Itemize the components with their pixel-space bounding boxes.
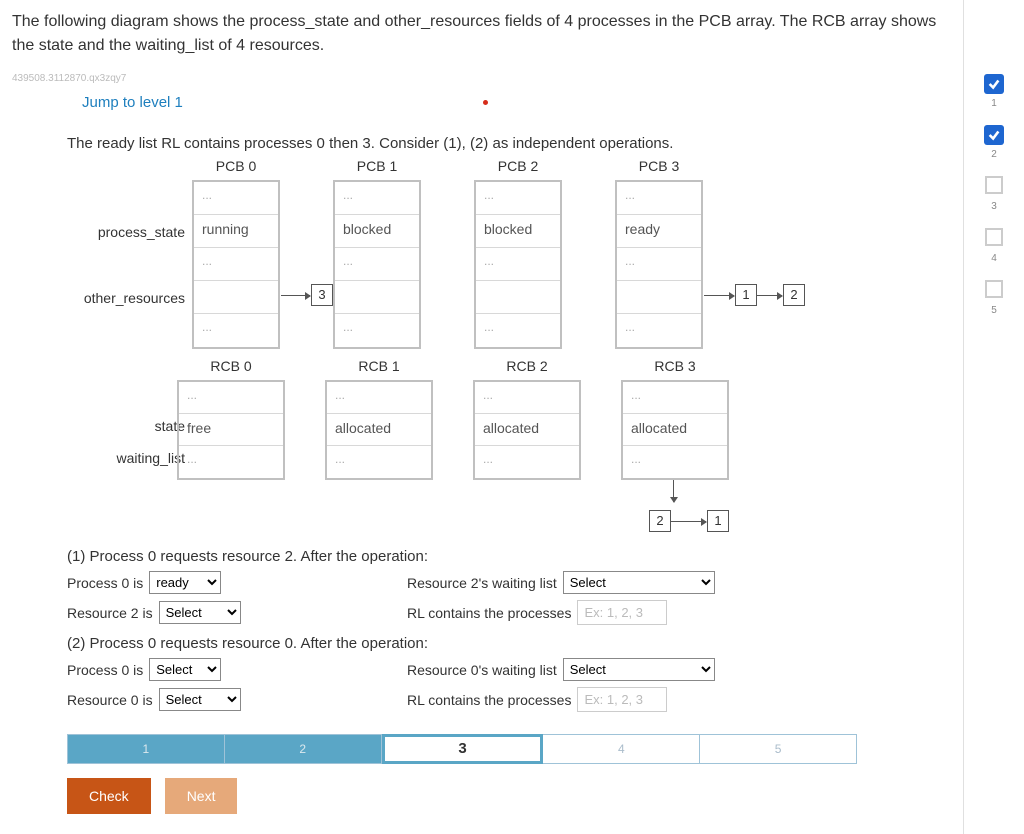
arrow-icon [671,521,706,522]
step-2[interactable]: 2 [225,734,382,764]
q1-waitlist-select[interactable]: Select [563,571,715,594]
progress-check-icon[interactable] [984,74,1004,94]
pcb-state: ready [617,215,701,248]
step-3[interactable]: 3 [382,734,544,764]
pcb-state: blocked [476,215,560,248]
progress-box-icon[interactable] [985,280,1003,298]
rcb-1: RCB 1 ... allocated ... [325,358,433,480]
resource-node: 3 [311,284,333,306]
red-dot-icon [483,100,488,105]
rcb-0: RCB 0 ... free ... [177,358,285,480]
q1-resource-label: Resource 2 is [67,605,153,621]
pcb-state: blocked [335,215,419,248]
progress-box-icon[interactable] [985,176,1003,194]
label-process-state: process_state [75,224,185,240]
pcb-title: PCB 3 [615,158,703,174]
rcb-state: allocated [475,414,579,446]
progress-num: 3 [985,201,1003,212]
ready-list-text: The ready list RL contains processes 0 t… [67,135,951,152]
rcb-diagram: state waiting_list RCB 0 ... free ... RC… [67,358,847,538]
code-id: 439508.3112870.qx3zqy7 [12,73,951,84]
arrow-icon [281,295,310,296]
rcb-3: RCB 3 ... allocated ... [621,358,729,480]
q2-process-select[interactable]: Select [149,658,221,681]
q2-resource-select[interactable]: Select [159,688,241,711]
progress-rail: 1 2 3 4 5 [964,0,1024,834]
progress-box-icon[interactable] [985,228,1003,246]
arrow-down-icon [673,480,674,502]
q2-resource-label: Resource 0 is [67,692,153,708]
step-indicator: 1 2 3 4 5 [67,734,857,764]
waiting-node: 1 [707,510,729,532]
rcb-waiting-list: ... [623,446,727,478]
pcb-resources [194,281,278,314]
waiting-node: 2 [649,510,671,532]
progress-num: 1 [984,98,1004,109]
jump-to-level-link[interactable]: Jump to level 1 [82,94,183,111]
pcb-1: PCB 1 ... blocked ... ... [333,158,421,349]
rcb-waiting-list: ... [475,446,579,478]
step-1[interactable]: 1 [67,734,225,764]
progress-num: 5 [985,305,1003,316]
intro-text: The following diagram shows the process_… [12,10,951,58]
rcb-state: free [179,414,283,446]
q1-process-label: Process 0 is [67,575,143,591]
pcb-title: PCB 0 [192,158,280,174]
resource-node: 1 [735,284,757,306]
q1-rl-input[interactable] [577,600,667,625]
rcb-title: RCB 3 [621,358,729,374]
progress-num: 2 [984,149,1004,160]
rcb-title: RCB 0 [177,358,285,374]
step-4[interactable]: 4 [543,734,700,764]
q2-waitlist-select[interactable]: Select [563,658,715,681]
rcb-title: RCB 1 [325,358,433,374]
q1-process-select[interactable]: ready [149,571,221,594]
progress-check-icon[interactable] [984,125,1004,145]
q1-resource-select[interactable]: Select [159,601,241,624]
arrow-icon [704,295,734,296]
rcb-waiting-list: ... [327,446,431,478]
step-5[interactable]: 5 [700,734,857,764]
q1-waitlist-label: Resource 2's waiting list [407,575,557,591]
arrow-icon [757,295,782,296]
q2-process-label: Process 0 is [67,662,143,678]
pcb-state: running [194,215,278,248]
resource-node: 2 [783,284,805,306]
q1-rl-label: RL contains the processes [407,605,571,621]
label-state: state [75,418,185,434]
label-waiting-list: waiting_list [75,450,185,466]
pcb-0: PCB 0 ... running ... ... [192,158,280,349]
rcb-waiting-list: ... [179,446,283,478]
rcb-state: allocated [327,414,431,446]
pcb-3: PCB 3 ... ready ... ... [615,158,703,349]
pcb-title: PCB 2 [474,158,562,174]
label-other-resources: other_resources [75,290,185,306]
q2-rl-input[interactable] [577,687,667,712]
q2-heading: (2) Process 0 requests resource 0. After… [67,635,951,652]
pcb-2: PCB 2 ... blocked ... ... [474,158,562,349]
rcb-title: RCB 2 [473,358,581,374]
progress-num: 4 [985,253,1003,264]
pcb-title: PCB 1 [333,158,421,174]
q1-heading: (1) Process 0 requests resource 2. After… [67,548,951,565]
q2-rl-label: RL contains the processes [407,692,571,708]
q2-waitlist-label: Resource 0's waiting list [407,662,557,678]
pcb-diagram: process_state other_resources PCB 0 ... … [67,158,847,358]
rcb-2: RCB 2 ... allocated ... [473,358,581,480]
rcb-state: allocated [623,414,727,446]
